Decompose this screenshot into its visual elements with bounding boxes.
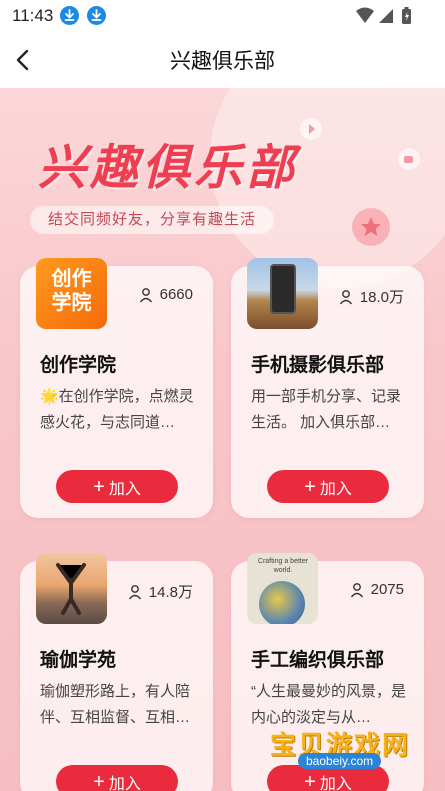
star-icon: [352, 208, 390, 246]
app-bar: 兴趣俱乐部: [0, 32, 445, 88]
member-count-value: 6660: [159, 286, 193, 303]
signal-icon: [379, 9, 393, 23]
wifi-icon: [356, 7, 374, 23]
page-title: 兴趣俱乐部: [170, 50, 275, 73]
user-icon: [128, 584, 141, 599]
club-thumbnail: [247, 258, 318, 329]
club-description: “人生最曼妙的风景，是内心的淡定与从…: [251, 683, 406, 726]
join-button[interactable]: + 加入: [56, 765, 178, 791]
member-count: 2075: [350, 581, 404, 598]
join-label: 加入: [319, 775, 352, 791]
plus-icon: +: [93, 475, 105, 498]
club-name: 手机摄影俱乐部: [251, 355, 385, 376]
download-icon: [87, 6, 106, 25]
user-icon: [350, 582, 363, 597]
join-label: 加入: [319, 480, 352, 498]
member-count: 6660: [139, 286, 193, 303]
hero-title: 兴趣俱乐部: [38, 140, 299, 196]
plus-icon: +: [304, 475, 316, 498]
plus-icon: +: [304, 770, 316, 791]
club-name: 瑜伽学苑: [40, 650, 117, 671]
yarn-ball-image: [259, 581, 305, 624]
member-count: 14.8万: [128, 581, 193, 602]
club-card[interactable]: 创作 学院 6660 创作学院 🌟在创作学院，点燃灵感火花，与志同道… + 加入: [20, 258, 213, 518]
hero-subtitle: 结交同频好友，分享有趣生活: [30, 206, 275, 234]
join-label: 加入: [108, 775, 141, 791]
join-label: 加入: [108, 480, 141, 498]
member-count-value: 18.0万: [359, 289, 404, 306]
thumbnail-label: 创作 学院: [51, 266, 92, 314]
plus-icon: +: [93, 770, 105, 791]
battery-icon: [402, 7, 411, 24]
club-description: 用一部手机分享、记录生活。 加入俱乐部…: [251, 388, 402, 431]
club-name: 手工编织俱乐部: [251, 650, 385, 671]
club-description: 瑜伽塑形路上，有人陪伴、互相监督、互相…: [40, 683, 191, 726]
status-bar: 11:43: [0, 0, 445, 32]
download-icon: [60, 6, 79, 25]
watermark-url: baobeiy.com: [298, 753, 382, 769]
member-count-value: 2075: [370, 581, 404, 598]
user-icon: [139, 287, 152, 302]
member-count-value: 14.8万: [148, 584, 193, 601]
thumbnail-caption: Crafting a better world.: [257, 558, 309, 574]
join-button[interactable]: + 加入: [56, 470, 178, 503]
club-card[interactable]: 18.0万 手机摄影俱乐部 用一部手机分享、记录生活。 加入俱乐部… + 加入: [231, 258, 424, 518]
club-thumbnail: 创作 学院: [36, 258, 107, 329]
member-count: 18.0万: [339, 286, 404, 307]
club-description: 🌟在创作学院，点燃灵感火花，与志同道…: [40, 388, 194, 431]
system-status-icons: [356, 7, 411, 24]
club-name: 创作学院: [40, 355, 117, 376]
cup-icon: [398, 148, 420, 170]
yoga-silhouette-image: [56, 563, 86, 615]
status-time: 11:43: [12, 6, 54, 25]
play-icon: [300, 118, 322, 140]
club-card[interactable]: 14.8万 瑜伽学苑 瑜伽塑形路上，有人陪伴、互相监督、互相… + 加入: [20, 553, 213, 791]
join-button[interactable]: + 加入: [267, 470, 389, 503]
hero-banner: 兴趣俱乐部 结交同频好友，分享有趣生活 创作 学院 6660 创作学院 🌟在创作学…: [0, 88, 445, 791]
user-icon: [339, 289, 352, 304]
phone-image: [270, 264, 296, 314]
club-thumbnail: [36, 553, 107, 624]
club-thumbnail: Crafting a better world.: [247, 553, 318, 624]
